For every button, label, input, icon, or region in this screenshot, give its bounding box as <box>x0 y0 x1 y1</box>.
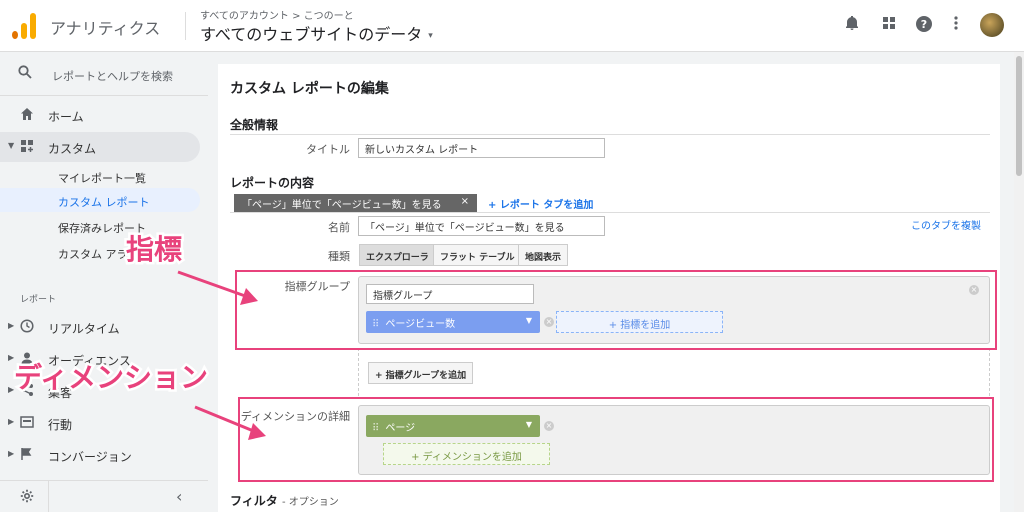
more-vert-icon[interactable] <box>946 15 966 35</box>
filter-label: フィルタ <box>230 494 278 508</box>
gear-icon[interactable] <box>20 489 34 507</box>
view-selector[interactable]: すべてのウェブサイトのデータ ▾ <box>200 21 433 45</box>
sidebar-item-behavior[interactable]: ▶ 行動 <box>0 408 200 438</box>
sidebar-subitem-custom-report[interactable]: カスタム レポート <box>0 188 200 212</box>
sidebar-search[interactable]: レポートとヘルプを検索 <box>0 52 208 96</box>
add-report-tab-link[interactable]: + レポート タブを追加 <box>488 196 593 211</box>
type-flat-table-button[interactable]: フラット テーブル <box>433 244 522 266</box>
sidebar-subitem-label: マイレポート一覧 <box>58 172 146 185</box>
bell-icon[interactable] <box>842 15 862 35</box>
duplicate-tab-link[interactable]: このタブを複製 <box>911 217 981 232</box>
svg-text:?: ? <box>921 18 927 31</box>
divider <box>230 134 990 135</box>
tab-name-input[interactable] <box>358 216 605 236</box>
sidebar-section-label: レポート <box>20 295 57 305</box>
sidebar-item-realtime[interactable]: ▶ リアルタイム <box>0 312 200 342</box>
sidebar-item-label: リアルタイム <box>48 322 120 336</box>
footer-divider <box>48 481 49 512</box>
expand-right-icon: ▶ <box>8 321 15 330</box>
app-title: アナリティクス <box>50 19 161 38</box>
annotation-metric-box <box>235 270 997 350</box>
apps-icon[interactable] <box>879 15 899 35</box>
filter-section-heading: フィルタ - オプション <box>230 492 339 509</box>
header-divider <box>185 12 186 40</box>
annotation-metric-text: 指標 <box>123 231 184 269</box>
scrollbar-thumb[interactable] <box>1016 56 1022 176</box>
collapse-sidebar-icon[interactable]: ‹ <box>176 487 182 506</box>
general-section-heading: 全般情報 <box>230 118 279 132</box>
annotation-dimension-box <box>238 397 994 482</box>
expand-right-icon: ▶ <box>8 449 15 458</box>
home-icon <box>20 107 34 121</box>
sidebar-item-conversions[interactable]: ▶ コンバージョン <box>0 440 200 470</box>
sidebar-footer: ‹ <box>0 480 208 512</box>
divider <box>230 212 990 213</box>
sidebar-item-label: コンバージョン <box>48 450 132 464</box>
sidebar-item-label: 行動 <box>48 418 73 432</box>
type-label: 種類 <box>328 250 350 263</box>
behavior-icon <box>20 415 34 429</box>
sidebar-item-custom[interactable]: ▼ カスタム <box>0 132 200 162</box>
expand-right-icon: ▶ <box>8 417 15 426</box>
sidebar: レポートとヘルプを検索 ホーム ▼ カスタム マイレポート一覧 カスタム レポー… <box>0 52 208 512</box>
report-tab-label: 「ページ」単位で「ページビュー数」を見る <box>242 200 442 211</box>
flag-icon <box>20 447 34 461</box>
help-icon[interactable]: ? <box>914 15 934 35</box>
name-label: 名前 <box>328 221 350 234</box>
title-label: タイトル <box>306 143 350 156</box>
close-icon[interactable]: × <box>461 196 469 207</box>
page-title: カスタム レポートの編集 <box>230 81 389 97</box>
page-scrollbar[interactable] <box>1014 52 1024 512</box>
sidebar-item-home[interactable]: ホーム <box>0 100 200 130</box>
title-input[interactable] <box>358 138 605 158</box>
sidebar-item-label: ホーム <box>48 110 84 124</box>
search-icon <box>18 65 32 83</box>
custom-grid-icon <box>20 139 34 153</box>
view-name: すべてのウェブサイトのデータ <box>200 25 423 44</box>
annotation-dimension-text: ディメンション <box>11 359 210 397</box>
clock-icon <box>20 319 34 333</box>
type-map-button[interactable]: 地図表示 <box>518 244 569 266</box>
filter-optional-label: - オプション <box>281 497 339 508</box>
view-caret-icon: ▾ <box>428 30 433 41</box>
analytics-logo-icon[interactable] <box>12 13 36 39</box>
search-placeholder: レポートとヘルプを検索 <box>52 70 173 83</box>
app-header: アナリティクス すべてのアカウント > こつのーと すべてのウェブサイトのデータ… <box>0 0 1024 52</box>
expand-down-icon: ▼ <box>8 141 15 150</box>
breadcrumb[interactable]: すべてのアカウント > こつのーと <box>200 7 354 22</box>
sidebar-subitem-label: カスタム レポート <box>58 196 150 209</box>
content-section-heading: レポートの内容 <box>230 176 315 190</box>
add-metric-group-button[interactable]: + 指標グループを追加 <box>368 362 474 384</box>
sidebar-item-label: カスタム <box>48 142 97 156</box>
sidebar-subitem-my-reports[interactable]: マイレポート一覧 <box>0 164 200 188</box>
avatar[interactable] <box>980 13 1004 37</box>
report-tab[interactable]: 「ページ」単位で「ページビュー数」を見る × <box>234 194 477 212</box>
type-explorer-button[interactable]: エクスプローラ <box>359 244 436 266</box>
